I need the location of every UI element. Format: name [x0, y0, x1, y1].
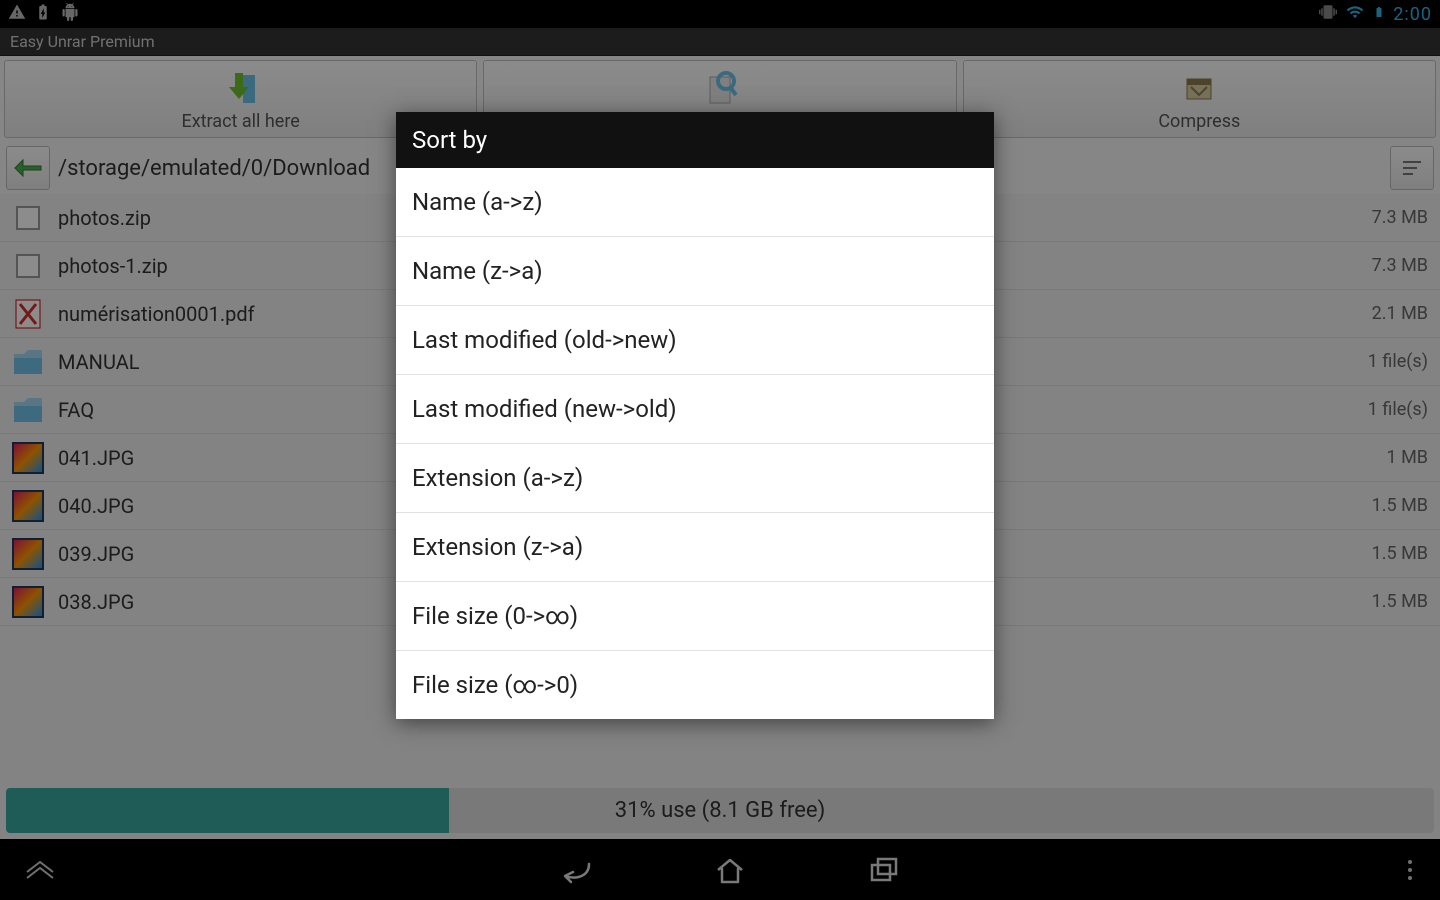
dialog-title: Sort by [396, 112, 994, 168]
sort-option[interactable]: Name (z->a) [396, 237, 994, 306]
sort-option[interactable]: File size (∞->0) [396, 651, 994, 719]
sort-option[interactable]: File size (0->∞) [396, 582, 994, 651]
sort-option[interactable]: Extension (z->a) [396, 513, 994, 582]
sort-option[interactable]: Last modified (old->new) [396, 306, 994, 375]
sort-option[interactable]: Extension (a->z) [396, 444, 994, 513]
dialog-options-list: Name (a->z)Name (z->a)Last modified (old… [396, 168, 994, 719]
sort-option[interactable]: Name (a->z) [396, 168, 994, 237]
sort-dialog: Sort by Name (a->z)Name (z->a)Last modif… [396, 112, 994, 719]
sort-option[interactable]: Last modified (new->old) [396, 375, 994, 444]
